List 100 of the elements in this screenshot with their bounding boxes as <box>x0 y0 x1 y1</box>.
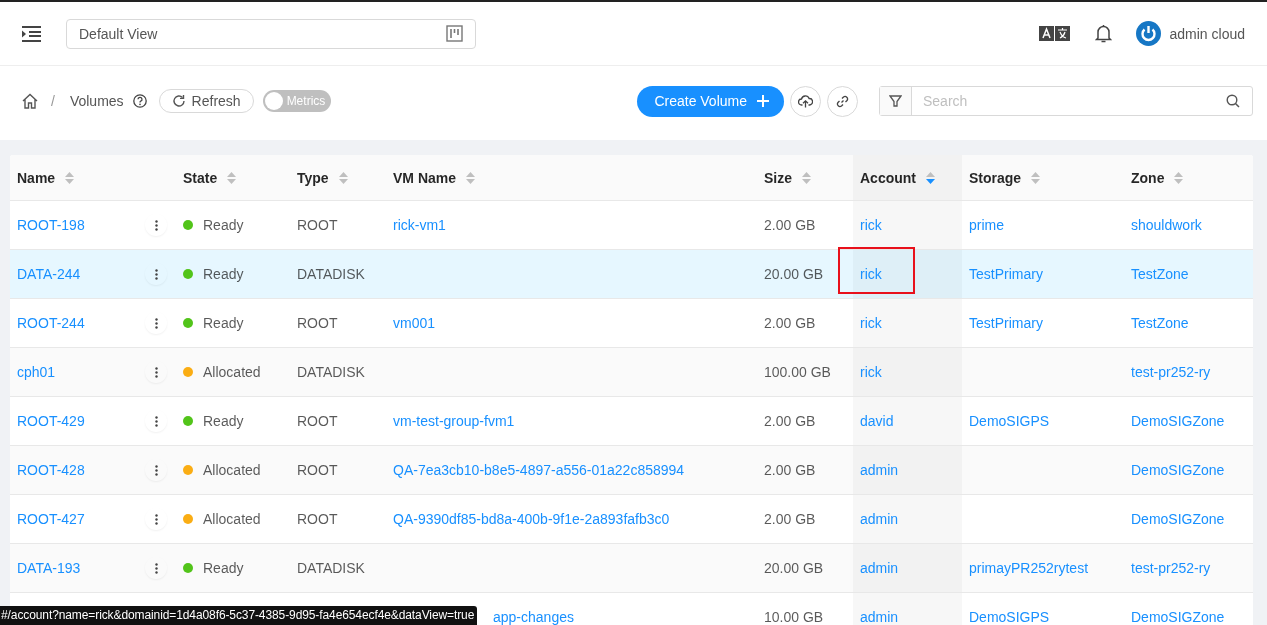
column-header[interactable]: Size <box>764 169 792 186</box>
table-row[interactable]: DATA-244 Ready DATADISK 20.00 GB rick TestPrimary TestZone <box>10 250 1253 299</box>
table-link[interactable]: rick <box>860 315 882 331</box>
user-name[interactable]: admin cloud <box>1169 25 1245 42</box>
bell-icon[interactable] <box>1094 24 1112 43</box>
more-icon <box>154 219 158 231</box>
table-cell: 2.00 GB <box>764 462 816 478</box>
table-link[interactable]: shouldwork <box>1131 217 1202 233</box>
refresh-button[interactable]: Refresh <box>158 89 254 113</box>
table-link[interactable]: david <box>860 413 894 429</box>
table-cell: 2.00 GB <box>764 413 816 429</box>
table-cell: 20.00 GB <box>764 560 824 576</box>
breadcrumb-separator: / <box>51 93 55 109</box>
more-icon <box>154 464 158 476</box>
table-link[interactable]: rick-vm1 <box>393 217 446 233</box>
table-row[interactable]: ROOT-428 Allocated ROOT QA-7ea3cb10-b8e5-4897-a556-01a22c858994 2.00 GB admin DemoSIGZone <box>10 446 1253 495</box>
table-cell: DATADISK <box>297 266 365 282</box>
table-row[interactable]: cph01 Allocated DATADISK 100.00 GB rick test-pr252-ry <box>10 348 1253 397</box>
table-cell: ROOT <box>297 315 338 331</box>
table-cell: 2.00 GB <box>764 217 816 233</box>
avatar-icon[interactable] <box>1135 21 1161 46</box>
table-cell: Ready <box>203 560 244 576</box>
table-cell: 100.00 GB <box>764 364 831 380</box>
table-cell: 10.00 GB <box>764 609 824 625</box>
help-icon[interactable] <box>132 94 147 108</box>
table-cell: Allocated <box>203 511 261 527</box>
home-icon[interactable] <box>22 93 38 109</box>
table-link[interactable]: DemoSIGPS <box>969 609 1050 625</box>
create-volume-button[interactable]: Create Volume <box>637 85 784 117</box>
table-link[interactable]: QA-9390df85-bd8a-400b-9f1e-2a893fafb3c0 <box>393 511 670 527</box>
table-cell: ROOT <box>297 462 338 478</box>
table-row[interactable]: DATA-193 Ready DATADISK 20.00 GB admin primayPR252rytest test-pr252-ry <box>10 544 1253 593</box>
search-icon[interactable] <box>1226 94 1240 108</box>
link-tooltip: #/account?name=rick&domainid=1d4a08f6-5c37-4385-9d95-fa4e654ecf4e&dataView=true <box>0 606 478 625</box>
table-cell: ROOT <box>297 511 338 527</box>
search-field[interactable]: Search <box>879 86 1253 116</box>
table-cell: 2.00 GB <box>764 315 816 331</box>
table-link[interactable]: primayPR252rytest <box>969 560 1089 576</box>
table-link[interactable]: rick <box>860 217 882 233</box>
table-cell: Ready <box>203 266 244 282</box>
table-link[interactable]: admin <box>860 462 899 478</box>
more-icon <box>154 268 158 280</box>
table-link[interactable]: vm001 <box>393 315 436 331</box>
table-link[interactable]: cph01 <box>17 364 56 380</box>
table-link[interactable]: TestPrimary <box>969 315 1043 331</box>
metrics-switch[interactable]: Metrics <box>262 90 332 112</box>
table-link[interactable]: TestZone <box>1131 315 1189 331</box>
translate-icon[interactable] <box>1038 26 1070 41</box>
column-header[interactable]: State <box>183 169 218 186</box>
table-cell: Ready <box>203 315 244 331</box>
table-link[interactable]: DemoSIGZone <box>1131 609 1225 625</box>
table-link[interactable]: DemoSIGZone <box>1131 511 1225 527</box>
table-link[interactable]: app-changes <box>493 609 574 625</box>
board-icon <box>446 25 463 42</box>
more-icon <box>154 366 158 378</box>
view-selector[interactable]: Default View <box>66 18 476 49</box>
table-link[interactable]: vm-test-group-fvm1 <box>393 413 515 429</box>
table-link[interactable]: admin <box>860 560 899 576</box>
table-link[interactable]: admin <box>860 609 899 625</box>
table-link[interactable]: ROOT-427 <box>17 511 85 527</box>
table-link[interactable]: DemoSIGZone <box>1131 462 1225 478</box>
upload-button[interactable] <box>790 85 821 117</box>
column-header[interactable]: Storage <box>969 169 1022 186</box>
more-icon <box>154 513 158 525</box>
table-link[interactable]: DemoSIGZone <box>1131 413 1225 429</box>
more-icon <box>154 562 158 574</box>
table-cell: Allocated <box>203 364 261 380</box>
breadcrumb-item: Volumes <box>69 93 124 109</box>
table-link[interactable]: DemoSIGPS <box>969 413 1050 429</box>
table-link[interactable]: ROOT-429 <box>17 413 85 429</box>
table-link[interactable]: test-pr252-ry <box>1131 560 1211 576</box>
menu-icon[interactable] <box>22 25 41 42</box>
plus-icon <box>757 95 769 107</box>
column-header[interactable]: Type <box>297 169 329 186</box>
table-link[interactable]: ROOT-198 <box>17 217 85 233</box>
table-link[interactable]: test-pr252-ry <box>1131 364 1211 380</box>
table-link[interactable]: admin <box>860 511 899 527</box>
sort-icon[interactable] <box>926 171 935 184</box>
table-cell: 2.00 GB <box>764 511 816 527</box>
filter-button[interactable] <box>880 87 912 115</box>
column-header[interactable]: Zone <box>1131 169 1165 186</box>
table-link[interactable]: TestPrimary <box>969 266 1043 282</box>
search-input[interactable]: Search <box>923 93 1226 109</box>
table-link[interactable]: DATA-193 <box>17 560 81 576</box>
table-link[interactable]: rick <box>860 364 882 380</box>
table-link[interactable]: ROOT-428 <box>17 462 85 478</box>
column-header[interactable]: Account <box>860 169 916 186</box>
table-cell: ROOT <box>297 413 338 429</box>
table-link[interactable]: DATA-244 <box>17 266 81 282</box>
table-cell: Ready <box>203 217 244 233</box>
table-cell: ROOT <box>297 217 338 233</box>
table-link[interactable]: ROOT-244 <box>17 315 85 331</box>
link-button[interactable] <box>827 85 858 117</box>
table-link[interactable]: QA-7ea3cb10-b8e5-4897-a556-01a22c858994 <box>393 462 685 478</box>
table-link[interactable]: rick <box>860 266 882 282</box>
column-header[interactable]: VM Name <box>393 169 457 186</box>
column-header[interactable]: Name <box>17 169 56 186</box>
table-link[interactable]: TestZone <box>1131 266 1189 282</box>
table-cell: 20.00 GB <box>764 266 824 282</box>
table-link[interactable]: prime <box>969 217 1004 233</box>
